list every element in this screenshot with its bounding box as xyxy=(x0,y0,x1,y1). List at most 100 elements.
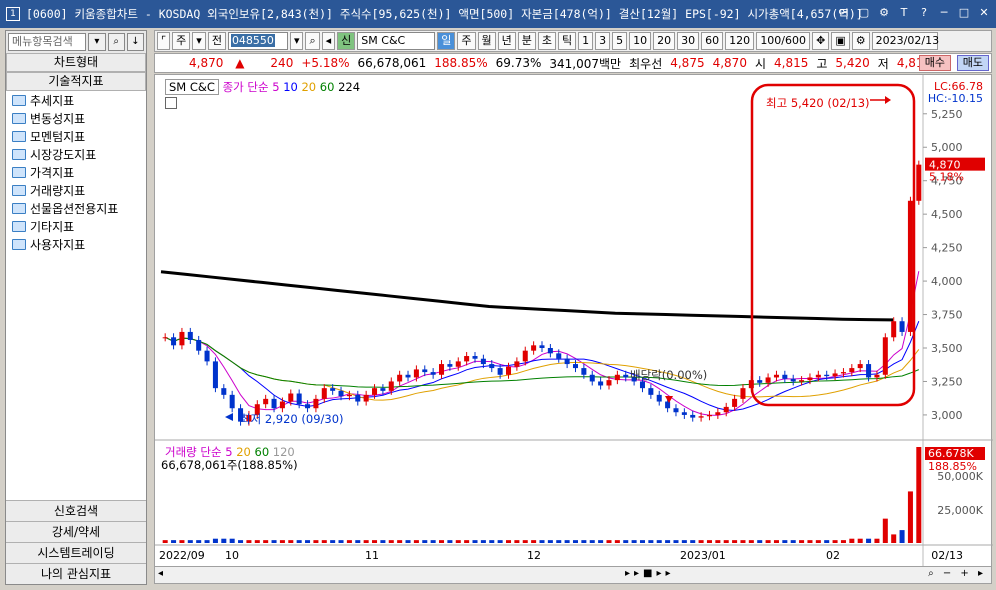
interval-5[interactable]: 5 xyxy=(612,32,628,50)
volume-bar xyxy=(405,540,411,543)
chart-settings-icon[interactable]: ⌜ xyxy=(157,32,171,50)
credit-badge: 신 xyxy=(337,32,356,50)
prev-button[interactable]: 전 xyxy=(207,32,226,50)
tree-item-user[interactable]: 사용자지표 xyxy=(6,235,146,253)
dropdown-icon[interactable]: ▾ xyxy=(289,32,304,50)
scroll-left-icon[interactable]: ◂ xyxy=(158,568,163,579)
candle-body xyxy=(832,373,838,377)
period-type-select[interactable]: 주 xyxy=(172,32,191,50)
interval-3[interactable]: 3 xyxy=(595,32,611,50)
volume-bar xyxy=(572,540,579,543)
volume-bar xyxy=(279,540,285,543)
candle-body xyxy=(313,398,319,409)
close-button[interactable]: ✕ xyxy=(976,5,992,21)
tab-minute[interactable]: 분 xyxy=(517,32,536,50)
count-field[interactable]: 100/600 xyxy=(756,32,811,50)
interval-10[interactable]: 10 xyxy=(629,32,652,50)
tree-item-momentum[interactable]: 모멘텀지표 xyxy=(6,127,146,145)
x-label-oct: 10 xyxy=(225,549,239,562)
candle-body xyxy=(589,374,595,382)
strength-button[interactable]: 강세/약세 xyxy=(6,521,146,542)
candle-body xyxy=(489,364,495,369)
candle-body xyxy=(388,381,394,391)
speaker-icon[interactable]: ◂ xyxy=(321,32,336,50)
candle-body xyxy=(413,369,419,378)
highlight-box xyxy=(750,83,916,407)
maximize-button[interactable]: □ xyxy=(956,5,972,21)
tab-second[interactable]: 초 xyxy=(537,32,557,50)
my-indicators-button[interactable]: 나의 관심지표 xyxy=(6,563,146,584)
ma10-line xyxy=(164,321,920,411)
tree-item-volume[interactable]: 거래량지표 xyxy=(6,181,146,199)
volume-bar xyxy=(799,540,805,543)
tree-item-trend[interactable]: 추세지표 xyxy=(6,91,146,109)
tab-week[interactable]: 주 xyxy=(457,32,476,50)
tab-tick[interactable]: 틱 xyxy=(558,32,577,50)
volume-bar xyxy=(757,540,763,543)
candle-body xyxy=(305,404,311,409)
candle-body xyxy=(564,358,570,365)
technical-header[interactable]: 기술적지표 xyxy=(6,72,146,91)
volume-tick-50k: 50,000K xyxy=(937,470,983,483)
date-field[interactable]: 2023/02/13 xyxy=(871,32,939,50)
y-tick-label: 5,000 xyxy=(931,141,963,154)
buy-button[interactable]: 매수 xyxy=(918,55,951,71)
tree-item-market-strength[interactable]: 시장강도지표 xyxy=(6,145,146,163)
volume-bar xyxy=(505,540,512,543)
interval-30[interactable]: 30 xyxy=(677,32,700,50)
volume-bar xyxy=(187,540,193,543)
volume-bar xyxy=(271,540,277,543)
download-icon[interactable]: ↓ xyxy=(126,33,144,51)
chart-type-header[interactable]: 차트형태 xyxy=(6,53,146,72)
stock-code-input[interactable]: 048550 xyxy=(227,32,288,50)
tree-item-price[interactable]: 가격지표 xyxy=(6,163,146,181)
folder-icon xyxy=(12,112,26,124)
chart-area[interactable]: SM C&C 종가 단순 5 10 20 60 224 5,250 5,000 4,… xyxy=(154,74,993,570)
text-icon[interactable]: T xyxy=(896,5,912,21)
dropdown-icon[interactable]: ▾ xyxy=(192,32,206,50)
volume-bar xyxy=(447,540,453,543)
volume-bar xyxy=(740,540,746,543)
minimize-button[interactable]: ─ xyxy=(936,5,952,21)
tree-item-other[interactable]: 기타지표 xyxy=(6,217,146,235)
layout-icon[interactable]: ⊟ xyxy=(836,5,852,21)
interval-20[interactable]: 20 xyxy=(653,32,676,50)
volume-bar xyxy=(305,540,311,543)
square-icon[interactable]: ▢ xyxy=(856,5,872,21)
gear-icon[interactable]: ⚙ xyxy=(851,32,870,50)
dropdown-icon[interactable]: ▾ xyxy=(88,33,106,51)
candle-body xyxy=(338,390,344,397)
tree-item-futures[interactable]: 선물옵션전용지표 xyxy=(6,199,146,217)
help-icon[interactable]: ? xyxy=(916,5,932,21)
zoom-controls[interactable]: ⌕ − + ▸ xyxy=(928,568,986,579)
price-chart-svg: 5,2505,0004,7504,5004,2504,0003,7503,500… xyxy=(155,75,993,570)
volume-bar xyxy=(355,540,361,543)
volume-bar xyxy=(229,538,235,543)
candle-body xyxy=(430,372,436,375)
system-trading-button[interactable]: 시스템트레이딩 xyxy=(6,542,146,563)
volume-bar xyxy=(723,540,729,543)
volume-bar xyxy=(815,540,821,543)
menu-search-input[interactable]: 메뉴항목검색 xyxy=(8,33,87,51)
tab-year[interactable]: 년 xyxy=(497,32,516,50)
volume-bar xyxy=(413,540,419,543)
interval-60[interactable]: 60 xyxy=(701,32,724,50)
tab-month[interactable]: 월 xyxy=(477,32,496,50)
search-icon[interactable]: ⌕ xyxy=(305,32,320,50)
chart-scrollbar[interactable]: ◂ ▸▸■▸▸ ⌕ − + ▸ xyxy=(154,566,992,584)
playback-controls[interactable]: ▸▸■▸▸ xyxy=(625,568,675,579)
y-tick-label: 3,750 xyxy=(931,309,963,322)
settings-icon[interactable]: ⚙ xyxy=(876,5,892,21)
fit-icon[interactable]: ✥ xyxy=(812,32,830,50)
candle-body xyxy=(556,353,562,359)
interval-120[interactable]: 120 xyxy=(725,32,755,50)
sell-button[interactable]: 매도 xyxy=(956,55,989,71)
tree-item-volatility[interactable]: 변동성지표 xyxy=(6,109,146,127)
save-icon[interactable]: ▣ xyxy=(831,32,850,50)
volume-bar xyxy=(916,447,922,543)
tab-day[interactable]: 일 xyxy=(437,32,456,50)
candle-body xyxy=(422,369,428,373)
signal-search-button[interactable]: 신호검색 xyxy=(6,500,146,521)
interval-1[interactable]: 1 xyxy=(578,32,594,50)
search-icon[interactable]: ⌕ xyxy=(107,33,125,51)
